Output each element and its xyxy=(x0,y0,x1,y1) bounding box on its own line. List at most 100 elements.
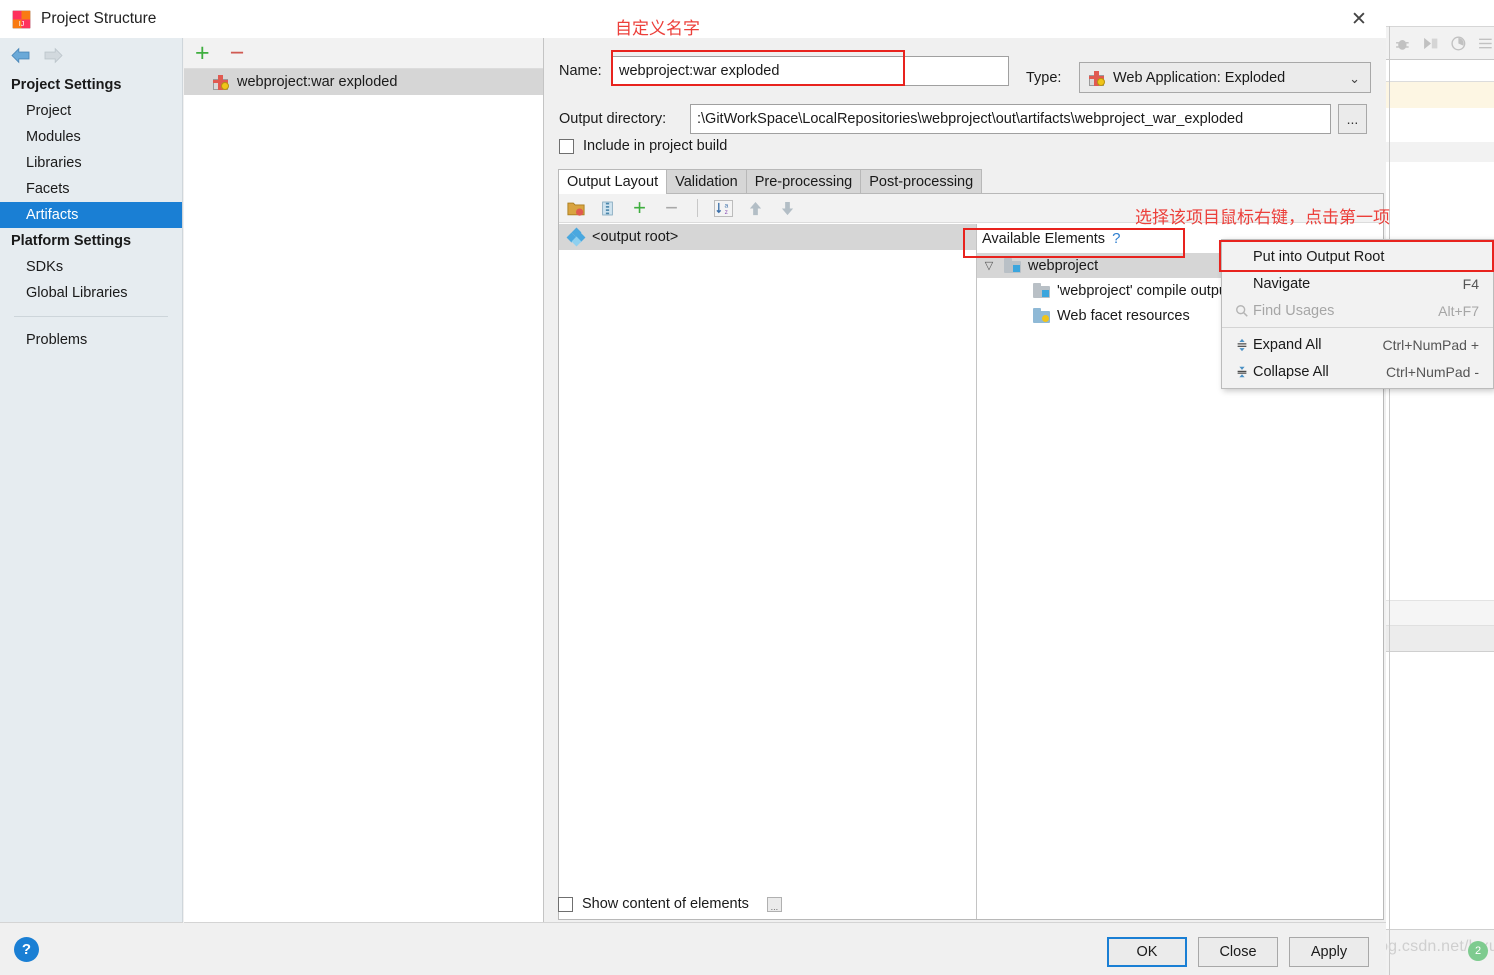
show-content-label: Show content of elements xyxy=(582,896,749,912)
find-usages-icon xyxy=(1231,304,1253,318)
web-facet-icon xyxy=(1033,308,1050,323)
name-row: Name: Type: Web Application: Exploded ⌄ xyxy=(545,50,1386,93)
context-menu-item-navigate[interactable]: Navigate F4 xyxy=(1222,270,1493,297)
ide-panel-row-b xyxy=(1386,625,1494,652)
help-icon[interactable]: ? xyxy=(1112,230,1120,247)
available-tree-label: webproject xyxy=(1028,257,1099,274)
output-root-label: <output root> xyxy=(592,229,679,245)
type-dropdown-value: Web Application: Exploded xyxy=(1113,69,1286,86)
name-label: Name: xyxy=(559,63,602,79)
ide-editor-band xyxy=(1386,142,1494,162)
create-archive-icon[interactable] xyxy=(598,199,617,218)
ide-panel-body xyxy=(1386,652,1494,929)
show-content-checkbox[interactable] xyxy=(558,896,573,912)
chevron-down-icon: ⌄ xyxy=(1349,71,1360,86)
context-menu-item-label: Find Usages xyxy=(1253,302,1335,319)
collapse-all-icon xyxy=(1231,365,1253,379)
include-in-build-checkbox[interactable] xyxy=(559,138,574,154)
context-menu-item-collapse-all[interactable]: Collapse All Ctrl+NumPad - xyxy=(1222,358,1493,385)
sidebar-item-problems[interactable]: Problems xyxy=(0,327,182,353)
sidebar-item-project[interactable]: Project xyxy=(0,98,182,124)
module-folder-icon xyxy=(1033,283,1050,298)
sidebar-item-artifacts[interactable]: Artifacts xyxy=(0,202,182,228)
sidebar-item-sdks[interactable]: SDKs xyxy=(0,254,182,280)
tab-post-processing[interactable]: Post-processing xyxy=(860,169,983,194)
show-content-options-button[interactable]: ... xyxy=(766,896,782,912)
create-directory-icon[interactable] xyxy=(566,199,585,218)
context-menu-item-find-usages: Find Usages Alt+F7 xyxy=(1222,297,1493,324)
output-directory-row: Output directory: ... xyxy=(545,98,1386,140)
sort-alphabetically-icon[interactable]: az xyxy=(714,199,733,218)
close-icon[interactable]: ✕ xyxy=(1332,0,1386,38)
settings-sidebar: Project Settings Project Modules Librari… xyxy=(0,38,183,922)
svg-text:IJ: IJ xyxy=(19,19,25,27)
remove-artifact-button[interactable]: − xyxy=(230,40,245,66)
add-copy-icon[interactable]: + xyxy=(630,197,649,219)
ide-toolbar xyxy=(1386,26,1494,60)
sidebar-nav xyxy=(0,38,182,72)
remove-element-icon[interactable]: − xyxy=(662,197,681,219)
expand-all-icon xyxy=(1231,338,1253,352)
arrow-right-icon[interactable] xyxy=(43,47,64,64)
artifact-gift-icon xyxy=(212,74,229,90)
tab-pre-processing[interactable]: Pre-processing xyxy=(745,169,862,194)
available-tree-label: Web facet resources xyxy=(1057,307,1190,324)
context-menu-item-label: Collapse All xyxy=(1253,363,1329,380)
context-menu-item-label: Put into Output Root xyxy=(1253,248,1385,265)
output-directory-input[interactable] xyxy=(690,104,1331,134)
sidebar-item-libraries[interactable]: Libraries xyxy=(0,150,182,176)
type-dropdown[interactable]: Web Application: Exploded ⌄ xyxy=(1079,62,1371,93)
type-label: Type: xyxy=(1026,70,1062,86)
move-up-icon[interactable] xyxy=(746,199,765,218)
sidebar-group-project-settings: Project Settings xyxy=(11,77,122,93)
context-menu-item-shortcut: Alt+F7 xyxy=(1438,302,1479,319)
name-input[interactable] xyxy=(611,56,1009,86)
close-button[interactable]: Close xyxy=(1198,937,1278,967)
help-button[interactable]: ? xyxy=(14,936,39,962)
watermark-badge: 2 xyxy=(1468,941,1488,961)
tab-output-layout[interactable]: Output Layout xyxy=(558,169,668,194)
detail-tabs: Output Layout Validation Pre-processing … xyxy=(558,169,983,194)
arrow-left-icon[interactable] xyxy=(10,47,31,64)
add-artifact-button[interactable]: + xyxy=(195,40,210,66)
ok-button[interactable]: OK xyxy=(1107,937,1187,967)
tab-validation[interactable]: Validation xyxy=(666,169,747,194)
move-down-icon[interactable] xyxy=(778,199,797,218)
context-menu-item-shortcut: F4 xyxy=(1462,275,1479,292)
context-menu-divider xyxy=(1222,327,1493,328)
screen: ps://blog.csdn.net/lyxuefeng 2 IJ Projec… xyxy=(0,0,1494,975)
artifact-list-item[interactable]: webproject:war exploded xyxy=(184,69,543,95)
apply-button[interactable]: Apply xyxy=(1289,937,1369,967)
output-root-icon xyxy=(566,227,586,247)
sidebar-group-platform-settings: Platform Settings xyxy=(11,233,132,249)
browse-output-directory-button[interactable]: ... xyxy=(1338,104,1367,134)
profiler-icon[interactable] xyxy=(1450,34,1467,53)
debug-icon[interactable] xyxy=(1394,34,1411,53)
sidebar-item-global-libraries[interactable]: Global Libraries xyxy=(0,280,182,306)
available-tree-label: 'webproject' compile output xyxy=(1057,282,1231,299)
sidebar-divider xyxy=(14,316,168,317)
menu-icon[interactable] xyxy=(1477,34,1494,53)
ide-divider xyxy=(1389,26,1390,975)
context-menu-item-expand-all[interactable]: Expand All Ctrl+NumPad + xyxy=(1222,331,1493,358)
artifacts-toolbar: + − xyxy=(184,38,543,69)
toolbar-divider xyxy=(697,199,698,217)
chevron-down-icon[interactable]: ▽ xyxy=(981,259,997,272)
run-with-coverage-icon[interactable] xyxy=(1422,34,1439,53)
include-in-build-row[interactable]: Include in project build xyxy=(559,138,727,154)
output-root-row[interactable]: <output root> xyxy=(559,224,976,250)
artifacts-list-panel: + − webproject:war exploded xyxy=(184,38,544,922)
sidebar-item-modules[interactable]: Modules xyxy=(0,124,182,150)
ide-editor-strip xyxy=(1386,60,1494,82)
dialog-title: Project Structure xyxy=(41,10,157,27)
include-in-build-label: Include in project build xyxy=(583,138,728,154)
sidebar-item-facets[interactable]: Facets xyxy=(0,176,182,202)
show-content-row[interactable]: Show content of elements ... xyxy=(558,896,782,912)
web-application-exploded-icon xyxy=(1088,70,1105,86)
svg-text:z: z xyxy=(725,209,728,216)
module-folder-icon xyxy=(1004,258,1021,273)
context-menu-item-put-into-output-root[interactable]: Put into Output Root xyxy=(1222,243,1493,270)
available-elements-label: Available Elements xyxy=(982,230,1106,247)
annotation-custom-name: 自定义名字 xyxy=(615,19,700,39)
annotation-right-click-hint: 选择该项目鼠标右键，点击第一项 xyxy=(1135,208,1390,228)
